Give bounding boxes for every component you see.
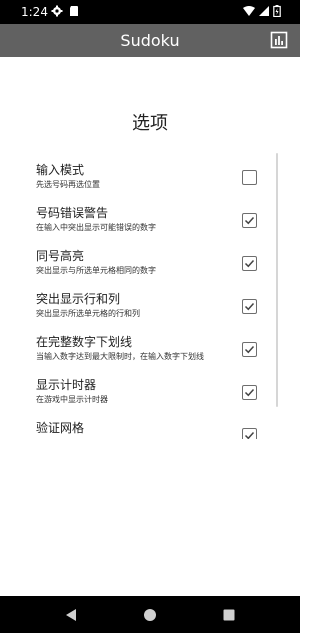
check-icon xyxy=(244,345,255,354)
battery-icon xyxy=(273,5,281,18)
checkbox-checked[interactable] xyxy=(242,299,257,314)
option-validate-grid[interactable]: 验证网格 xyxy=(36,421,266,439)
check-icon xyxy=(244,302,255,311)
option-label: 显示计时器 xyxy=(36,378,97,392)
option-description: 突出显示所选单元格的行和列 xyxy=(36,309,140,318)
option-label: 号码错误警告 xyxy=(36,206,109,220)
navigation-bar xyxy=(0,596,300,633)
checkbox-unchecked[interactable] xyxy=(242,170,257,185)
checkbox-checked[interactable] xyxy=(242,385,257,400)
option-description: 在输入中突出显示可能错误的数字 xyxy=(36,223,156,232)
check-icon xyxy=(244,388,255,397)
option-show-timer[interactable]: 显示计时器 在游戏中显示计时器 xyxy=(36,378,266,422)
signal-icon xyxy=(258,5,270,17)
option-underline-complete[interactable]: 在完整数字下划线 当输入数字达到最大限制时，在输入数字下划线 xyxy=(36,335,266,379)
option-label: 在完整数字下划线 xyxy=(36,335,133,349)
gear-icon xyxy=(51,5,63,17)
dialog-title: 选项 xyxy=(132,113,168,134)
option-description: 当输入数字达到最大限制时，在输入数字下划线 xyxy=(36,352,204,361)
option-same-number-highlight[interactable]: 同号高亮 突出显示与所选单元格相同的数字 xyxy=(36,249,266,293)
status-bar: 1:24 xyxy=(0,0,300,24)
option-label: 验证网格 xyxy=(36,421,85,435)
option-description: 突出显示与所选单元格相同的数字 xyxy=(36,266,156,275)
option-highlight-row-column[interactable]: 突出显示行和列 突出显示所选单元格的行和列 xyxy=(36,292,266,336)
checkbox-checked[interactable] xyxy=(242,428,257,439)
checkbox-checked[interactable] xyxy=(242,342,257,357)
option-label: 输入模式 xyxy=(36,163,85,177)
empty-area xyxy=(0,439,300,596)
bar-chart-icon[interactable] xyxy=(270,31,288,49)
home-circle-icon[interactable] xyxy=(142,607,158,623)
back-triangle-icon[interactable] xyxy=(64,607,80,623)
sd-card-icon xyxy=(68,5,80,17)
option-label: 突出显示行和列 xyxy=(36,292,121,306)
option-error-warning[interactable]: 号码错误警告 在输入中突出显示可能错误的数字 xyxy=(36,206,266,250)
options-panel: 选项 输入模式 先选号码再选位置 号码错误警告 在输入中突出显示可能错误的数字 … xyxy=(0,57,300,439)
option-input-mode[interactable]: 输入模式 先选号码再选位置 xyxy=(36,163,266,207)
scrollbar[interactable] xyxy=(276,153,278,407)
checkbox-checked[interactable] xyxy=(242,213,257,228)
status-time: 1:24 xyxy=(21,5,48,19)
option-description: 在游戏中显示计时器 xyxy=(36,395,108,404)
checkbox-checked[interactable] xyxy=(242,256,257,271)
app-bar: Sudoku xyxy=(0,24,300,57)
option-label: 同号高亮 xyxy=(36,249,85,263)
recents-square-icon[interactable] xyxy=(221,607,237,623)
option-description: 先选号码再选位置 xyxy=(36,180,100,189)
check-icon xyxy=(244,431,255,439)
check-icon xyxy=(244,259,255,268)
app-title: Sudoku xyxy=(120,31,180,50)
wifi-icon xyxy=(243,5,255,17)
check-icon xyxy=(244,216,255,225)
